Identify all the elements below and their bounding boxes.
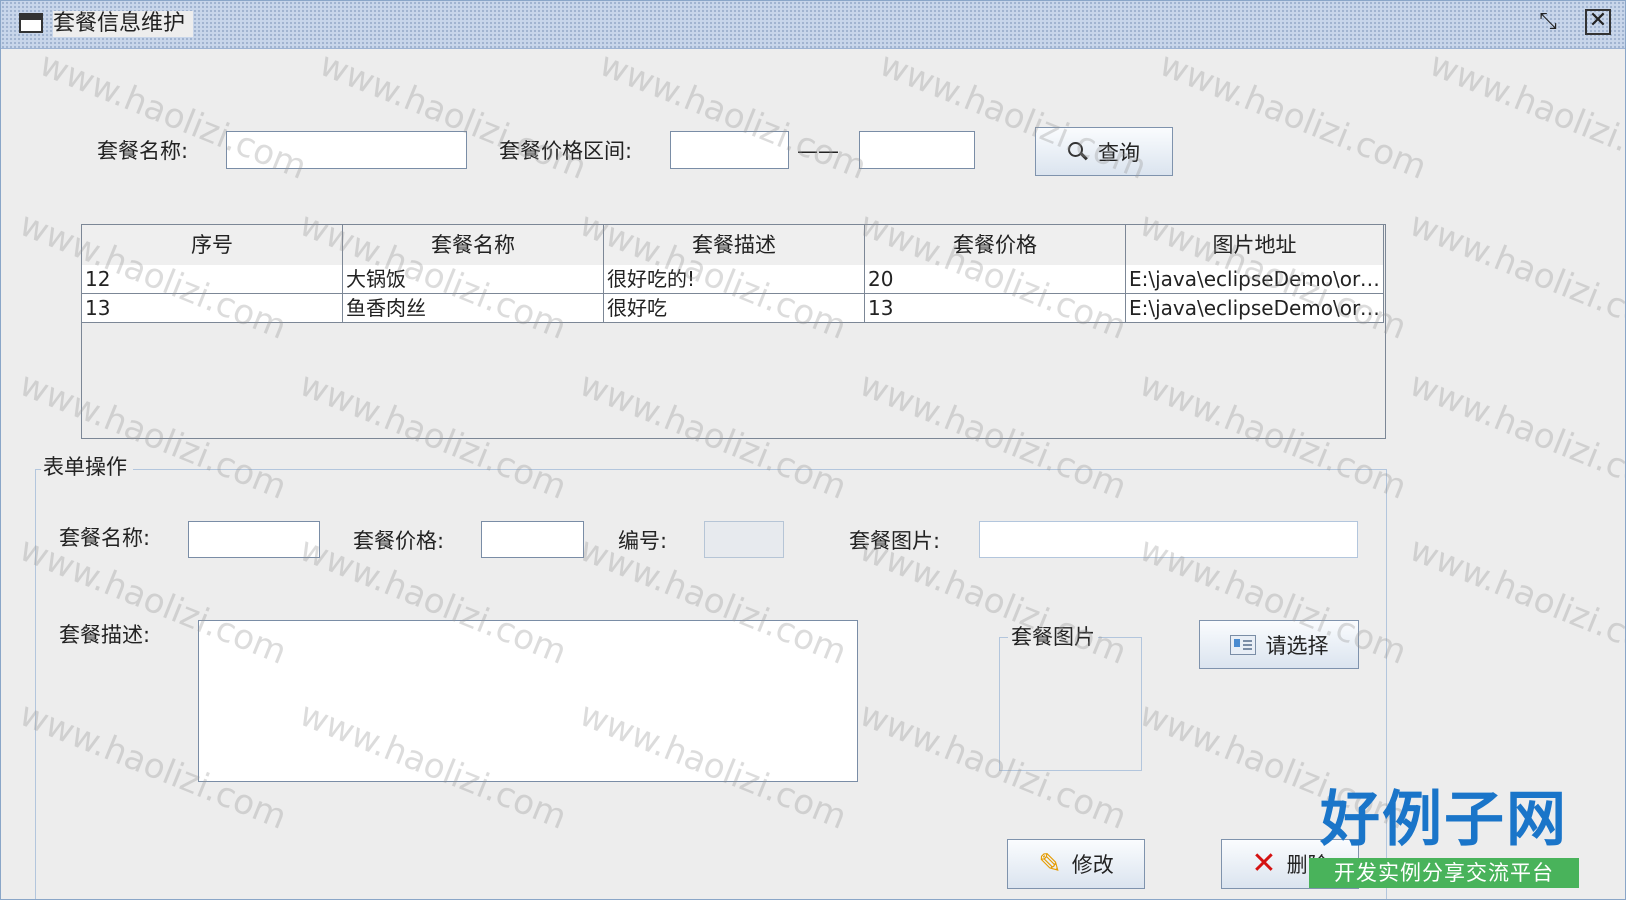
watermark: www.haolizi.com (1403, 529, 1626, 673)
table-cell: 20 (865, 265, 1126, 293)
window-title: 套餐信息维护 (53, 11, 194, 37)
form-desc-textarea[interactable] (198, 620, 858, 782)
modify-button[interactable]: ✎ 修改 (1007, 839, 1145, 889)
form-image-path-input[interactable] (979, 521, 1358, 558)
query-button[interactable]: 查询 (1035, 127, 1173, 176)
table-cell: 鱼香肉丝 (343, 294, 604, 322)
column-header-price[interactable]: 套餐价格 (865, 225, 1126, 265)
search-name-label: 套餐名称: (97, 139, 189, 163)
column-header-id[interactable]: 序号 (82, 225, 343, 265)
delete-x-icon: ✕ (1251, 846, 1277, 881)
image-preview-box (999, 637, 1142, 771)
form-id-input (704, 521, 784, 558)
price-range-label: 套餐价格区间: (499, 139, 633, 163)
delete-button[interactable]: ✕ 删除 (1221, 839, 1359, 889)
table-header: 序号 套餐名称 套餐描述 套餐价格 图片地址 (82, 225, 1384, 266)
table-row[interactable]: 12 大锅饭 很好吃的! 20 E:\java\eclipseDemo\ord.… (82, 265, 1384, 294)
table-cell: 13 (865, 294, 1126, 322)
form-price-input[interactable] (481, 521, 584, 558)
table-cell: 很好吃的! (604, 265, 865, 293)
modify-button-label: 修改 (1071, 853, 1114, 877)
window-icon (19, 13, 43, 33)
column-header-image-path[interactable]: 图片地址 (1126, 225, 1384, 265)
delete-button-label: 删除 (1286, 853, 1329, 877)
form-group-title: 表单操作 (41, 453, 133, 481)
magnifier-icon (1068, 141, 1088, 162)
form-name-label: 套餐名称: (59, 526, 151, 550)
close-icon[interactable]: ✕ (1585, 9, 1611, 35)
watermark: www.haolizi.com (1153, 44, 1433, 188)
table-row[interactable]: 13 鱼香肉丝 很好吃 13 E:\java\eclipseDemo\ord..… (82, 294, 1384, 323)
table-cell: 13 (82, 294, 343, 322)
watermark: www.haolizi.com (1423, 44, 1626, 188)
table-cell: 大锅饭 (343, 265, 604, 293)
form-desc-label: 套餐描述: (59, 623, 151, 647)
price-max-input[interactable] (859, 131, 975, 169)
table-cell: E:\java\eclipseDemo\ord... (1126, 265, 1384, 293)
title-bar[interactable]: 套餐信息维护 ⤡ ✕ (1, 1, 1625, 49)
price-separator: —— (797, 139, 839, 163)
package-table[interactable]: 序号 套餐名称 套餐描述 套餐价格 图片地址 12 大锅饭 很好吃的! 20 E… (81, 224, 1386, 439)
form-image-label: 套餐图片: (849, 529, 941, 553)
restore-icon[interactable]: ⤡ (1535, 9, 1561, 35)
image-preview-title: 套餐图片 (1008, 623, 1098, 651)
table-cell: 很好吃 (604, 294, 865, 322)
watermark: www.haolizi.com (1403, 204, 1626, 348)
query-button-label: 查询 (1098, 140, 1140, 165)
form-id-label: 编号: (618, 529, 668, 553)
watermark: www.haolizi.com (1403, 364, 1626, 508)
choose-image-button-label: 请选择 (1265, 633, 1329, 658)
price-min-input[interactable] (670, 131, 789, 169)
choose-image-button[interactable]: 请选择 (1199, 620, 1359, 669)
pencil-icon: ✎ (1038, 847, 1062, 880)
search-name-input[interactable] (226, 131, 467, 169)
table-cell: E:\java\eclipseDemo\ord... (1126, 294, 1384, 322)
choose-file-icon (1229, 634, 1256, 655)
column-header-name[interactable]: 套餐名称 (343, 225, 604, 265)
column-header-desc[interactable]: 套餐描述 (604, 225, 865, 265)
table-cell: 12 (82, 265, 343, 293)
main-window: 套餐信息维护 ⤡ ✕ 套餐名称: 套餐价格区间: —— 查询 序号 套餐名称 套… (0, 0, 1626, 900)
form-name-input[interactable] (188, 521, 320, 558)
form-price-label: 套餐价格: (353, 529, 445, 553)
